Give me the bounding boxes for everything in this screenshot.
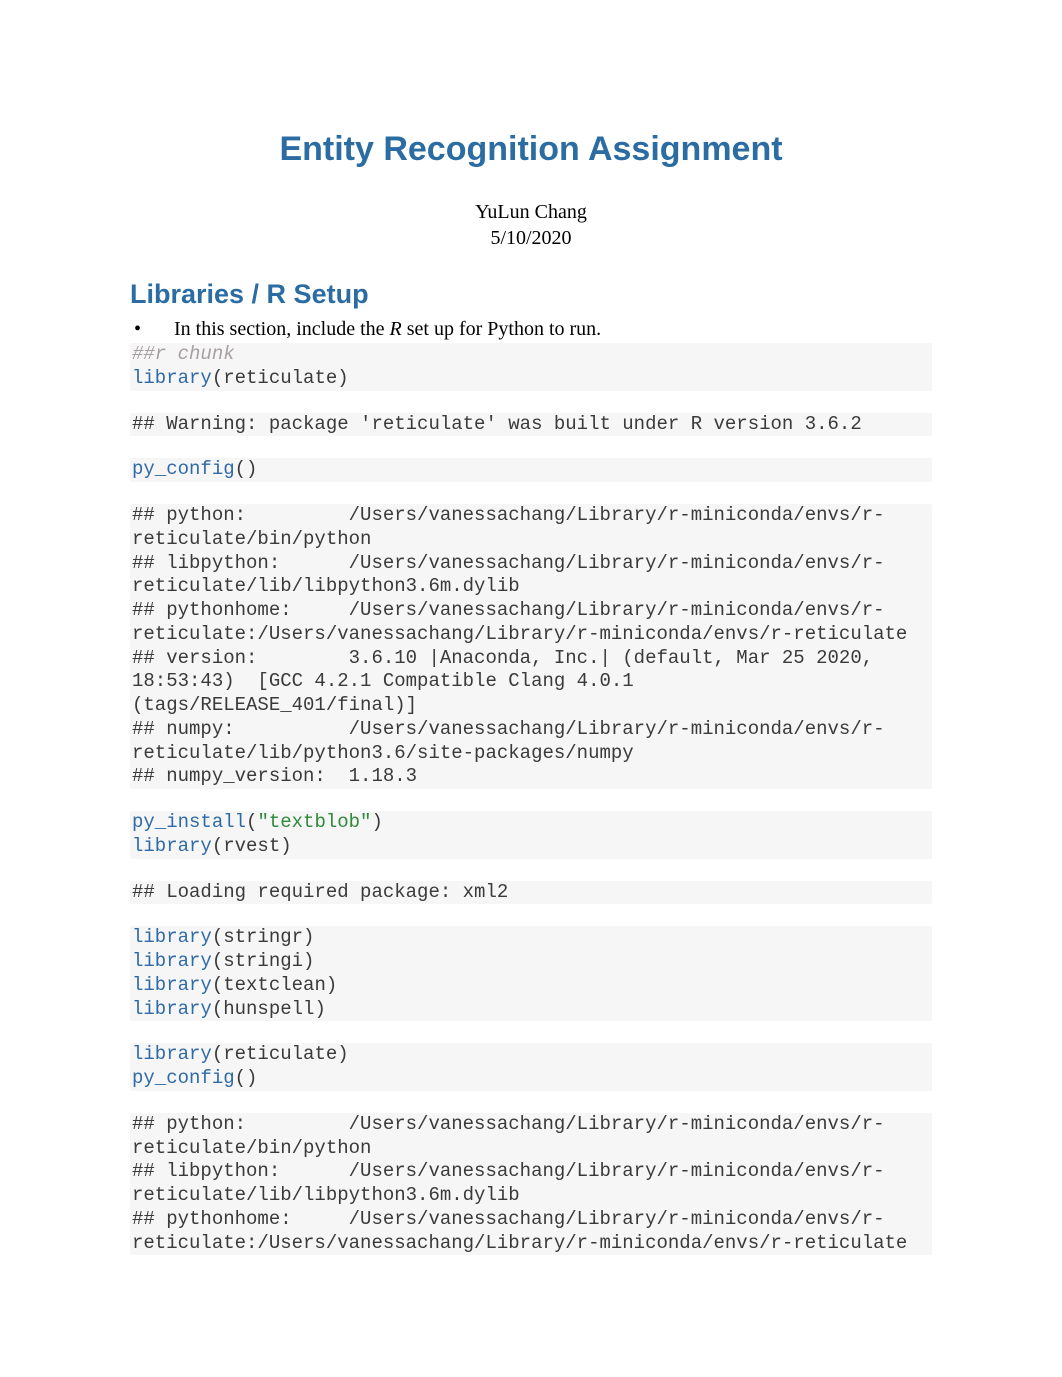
code-paren: ( [246,811,257,833]
document-page: Entity Recognition Assignment YuLun Chan… [0,0,1062,1315]
code-args: (stringr) [212,926,315,948]
code-fn: library [132,974,212,996]
code-args: () [235,458,258,480]
bullet-dot-icon: • [130,318,174,341]
code-block: library(stringr) library(stringi) librar… [130,926,932,1021]
code-fn: library [132,1043,212,1065]
bullet-italic: R [390,318,402,340]
code-fn: library [132,835,212,857]
code-args: (reticulate) [212,367,349,389]
bullet-item: • In this section, include the R set up … [130,318,932,341]
code-block: py_config() [130,458,932,482]
code-args: (rvest) [212,835,292,857]
code-fn: library [132,926,212,948]
document-author: YuLun Chang [130,199,932,225]
code-block: py_install("textblob") library(rvest) [130,811,932,859]
document-date: 5/10/2020 [130,225,932,251]
code-block: library(reticulate) py_config() [130,1043,932,1091]
code-comment: ##r chunk [132,343,235,365]
bullet-prefix: In this section, include the [174,318,390,340]
code-fn: library [132,950,212,972]
section-heading-libraries: Libraries / R Setup [130,279,932,310]
code-paren: ) [371,811,382,833]
code-output: ## python: /Users/vanessachang/Library/r… [130,1113,932,1256]
code-string: "textblob" [257,811,371,833]
code-fn: py_config [132,1067,235,1089]
code-output: ## Warning: package 'reticulate' was bui… [130,413,932,437]
code-fn: py_install [132,811,246,833]
document-title: Entity Recognition Assignment [130,130,932,169]
bullet-text: In this section, include the R set up fo… [174,318,601,341]
code-args: (stringi) [212,950,315,972]
bullet-suffix: set up for Python to run. [402,318,601,340]
code-fn: py_config [132,458,235,480]
code-fn: library [132,367,212,389]
code-args: (textclean) [212,974,337,996]
code-output: ## Loading required package: xml2 [130,881,932,905]
code-output: ## python: /Users/vanessachang/Library/r… [130,504,932,789]
code-args: (reticulate) [212,1043,349,1065]
code-args: (hunspell) [212,998,326,1020]
code-args: () [235,1067,258,1089]
code-fn: library [132,998,212,1020]
code-block: ##r chunk library(reticulate) [130,343,932,391]
